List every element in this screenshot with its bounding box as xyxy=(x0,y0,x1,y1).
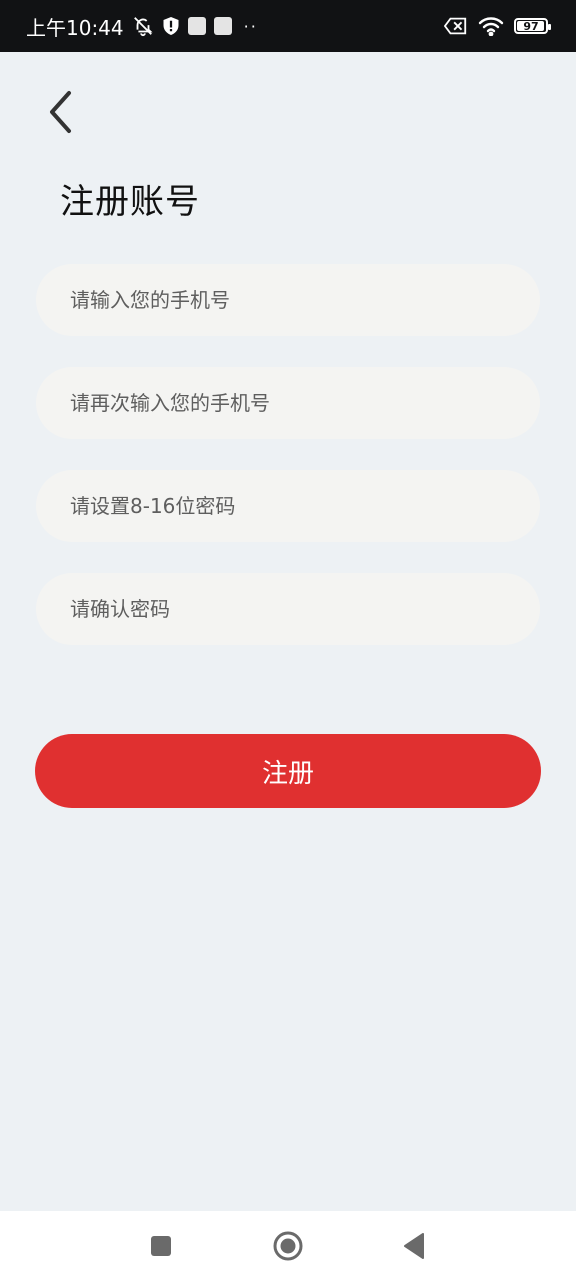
register-button[interactable]: 注册 xyxy=(35,734,541,808)
notification-square-icon xyxy=(213,17,232,35)
bell-off-icon xyxy=(132,15,154,37)
phone-input[interactable] xyxy=(36,264,540,336)
home-button[interactable] xyxy=(268,1231,308,1261)
password-input[interactable] xyxy=(36,470,540,542)
phone-confirm-input[interactable] xyxy=(36,367,540,439)
sim-error-icon xyxy=(444,16,468,36)
battery-icon: 97 xyxy=(514,18,551,34)
chevron-left-icon xyxy=(50,91,71,133)
status-bar-left: 上午10:44 ·· xyxy=(26,12,258,41)
navigation-bar xyxy=(0,1211,576,1280)
home-icon xyxy=(273,1231,303,1261)
notification-square-icon xyxy=(187,17,206,35)
password-confirm-input[interactable] xyxy=(36,573,540,645)
page-title: 注册账号 xyxy=(60,182,200,222)
battery-level: 97 xyxy=(523,19,539,33)
more-dots-icon: ·· xyxy=(243,16,258,36)
recent-apps-icon xyxy=(151,1236,171,1256)
wifi-icon xyxy=(478,16,504,36)
status-bar-right: 97 xyxy=(444,16,551,36)
back-triangle-icon xyxy=(404,1233,424,1259)
system-back-button[interactable] xyxy=(394,1231,434,1261)
status-bar: 上午10:44 ·· 97 xyxy=(0,0,576,52)
recent-apps-button[interactable] xyxy=(141,1231,181,1261)
status-time: 上午10:44 xyxy=(26,15,124,40)
back-button[interactable] xyxy=(36,84,84,140)
shield-alert-icon xyxy=(162,16,180,36)
